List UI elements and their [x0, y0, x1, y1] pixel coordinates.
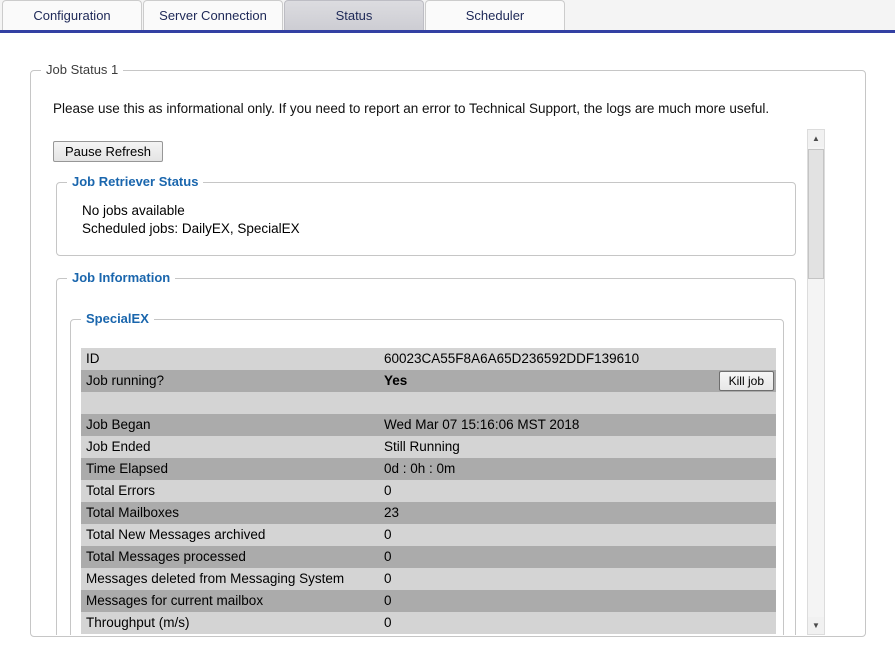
row-label: Job Ended: [81, 436, 384, 458]
scroll-up-button[interactable]: ▲: [808, 130, 824, 147]
row-label: Messages for current mailbox: [81, 590, 384, 612]
row-value: 0: [384, 612, 776, 634]
scrollbar-thumb[interactable]: [808, 149, 824, 279]
job-information-groupbox: Job Information SpecialEX ID 60023CA55F8…: [56, 278, 796, 635]
row-value: 0: [384, 546, 776, 568]
tab-status[interactable]: Status: [284, 0, 424, 30]
row-label: Throughput (m/s): [81, 612, 384, 634]
row-label: Messages deleted from Messaging System: [81, 568, 384, 590]
tab-server-connection[interactable]: Server Connection: [143, 0, 283, 30]
row-label: Total New Messages archived: [81, 524, 384, 546]
row-value: 0: [384, 480, 776, 502]
table-row-spacer: [81, 392, 776, 414]
specialex-legend: SpecialEX: [81, 311, 154, 327]
table-row-messages-deleted: Messages deleted from Messaging System 0: [81, 568, 776, 590]
row-label: Total Messages processed: [81, 546, 384, 568]
job-information-legend: Job Information: [67, 270, 175, 286]
table-row-time-elapsed: Time Elapsed 0d : 0h : 0m: [81, 458, 776, 480]
table-row-total-errors: Total Errors 0: [81, 480, 776, 502]
row-value: Yes: [384, 370, 776, 392]
table-row-job-began: Job Began Wed Mar 07 15:16:06 MST 2018: [81, 414, 776, 436]
job-status-groupbox: Job Status 1 Please use this as informat…: [30, 70, 866, 637]
row-value: 0d : 0h : 0m: [384, 458, 776, 480]
tab-scheduler[interactable]: Scheduler: [425, 0, 565, 30]
table-row-throughput: Throughput (m/s) 0: [81, 612, 776, 634]
row-label: Time Elapsed: [81, 458, 384, 480]
kill-job-button[interactable]: Kill job: [719, 371, 774, 391]
informational-text: Please use this as informational only. I…: [53, 101, 769, 116]
table-row-id: ID 60023CA55F8A6A65D236592DDF139610: [81, 348, 776, 370]
row-value: 0: [384, 590, 776, 612]
vertical-scrollbar[interactable]: ▲ ▼: [807, 129, 825, 635]
scroll-down-button[interactable]: ▼: [808, 617, 824, 634]
table-row-messages-processed: Total Messages processed 0: [81, 546, 776, 568]
tab-bar: Configuration Server Connection Status S…: [0, 0, 895, 33]
row-label: ID: [81, 348, 384, 370]
row-value: [384, 392, 776, 414]
table-row-total-mailboxes: Total Mailboxes 23: [81, 502, 776, 524]
row-value: 60023CA55F8A6A65D236592DDF139610: [384, 348, 776, 370]
row-label: Job running?: [81, 370, 384, 392]
row-label: Job Began: [81, 414, 384, 436]
scheduled-jobs-text: Scheduled jobs: DailyEX, SpecialEX: [82, 220, 795, 238]
job-retriever-status-groupbox: Job Retriever Status No jobs available S…: [56, 182, 796, 256]
scrollbar-track[interactable]: [808, 147, 824, 617]
table-row-job-ended: Job Ended Still Running: [81, 436, 776, 458]
specialex-groupbox: SpecialEX ID 60023CA55F8A6A65D236592DDF1…: [70, 319, 784, 635]
job-retriever-status-legend: Job Retriever Status: [67, 174, 203, 190]
row-value: 0: [384, 524, 776, 546]
row-value: 0: [384, 568, 776, 590]
row-label: [81, 392, 384, 414]
row-value: 23: [384, 502, 776, 524]
tab-configuration[interactable]: Configuration: [2, 0, 142, 30]
table-row-job-running: Job running? Yes Kill job: [81, 370, 776, 392]
job-status-table: ID 60023CA55F8A6A65D236592DDF139610 Job …: [81, 348, 776, 634]
no-jobs-text: No jobs available: [82, 202, 795, 220]
arrow-down-icon: ▼: [812, 621, 820, 630]
table-row-messages-current-mailbox: Messages for current mailbox 0: [81, 590, 776, 612]
status-scroll-region: Pause Refresh Job Retriever Status No jo…: [32, 129, 864, 635]
row-label: Total Mailboxes: [81, 502, 384, 524]
table-row-new-messages-archived: Total New Messages archived 0: [81, 524, 776, 546]
row-value: Wed Mar 07 15:16:06 MST 2018: [384, 414, 776, 436]
pause-refresh-button[interactable]: Pause Refresh: [53, 141, 163, 162]
row-value: Still Running: [384, 436, 776, 458]
arrow-up-icon: ▲: [812, 134, 820, 143]
job-status-legend: Job Status 1: [41, 62, 123, 78]
row-label: Total Errors: [81, 480, 384, 502]
